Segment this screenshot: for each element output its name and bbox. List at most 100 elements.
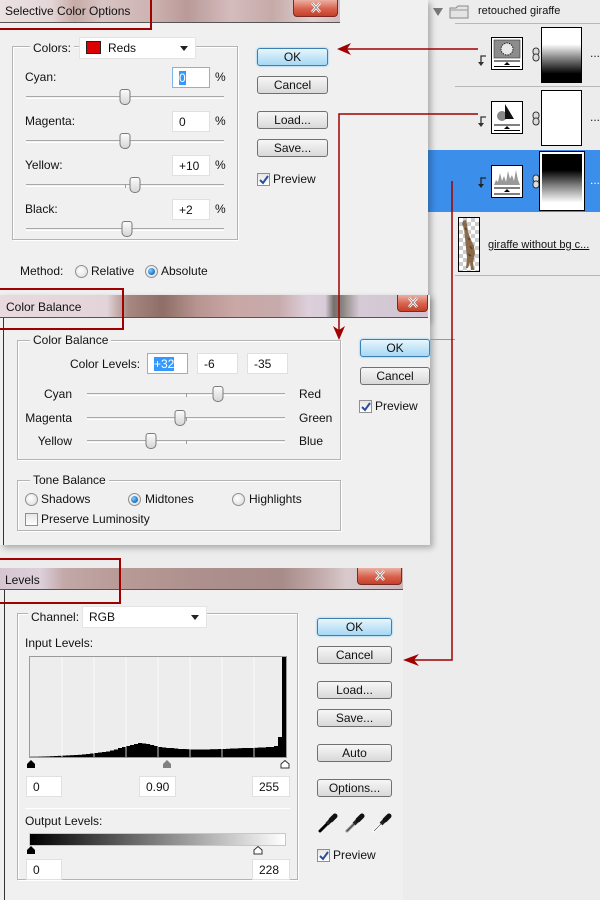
histogram-bar [90, 753, 95, 757]
gray-point-eyedropper-icon[interactable] [345, 813, 365, 833]
layer-row[interactable]: ... [428, 24, 600, 86]
color-level-2-input[interactable]: -6 [197, 353, 238, 374]
histogram-bar [86, 754, 91, 757]
collapse-triangle-icon[interactable] [433, 8, 443, 16]
cyan-red-slider[interactable] [87, 386, 285, 402]
close-button[interactable] [293, 0, 338, 17]
black-slider[interactable] [26, 221, 224, 237]
link-chain-icon[interactable] [532, 174, 540, 189]
absolute-radio[interactable] [145, 265, 158, 278]
preview-label[interactable]: Preview [333, 848, 376, 862]
input-black-point-handle[interactable] [26, 760, 36, 769]
output-white-point-handle[interactable] [253, 846, 263, 855]
cyan-slider[interactable] [26, 89, 224, 105]
input-gamma-field[interactable]: 0.90 [139, 776, 176, 797]
magenta-slider[interactable] [26, 133, 224, 149]
black-input[interactable]: +2 [172, 199, 210, 220]
input-gamma-value: 0.90 [146, 780, 170, 794]
midtones-radio[interactable] [128, 493, 141, 506]
preview-label[interactable]: Preview [375, 399, 418, 413]
histogram-bar [262, 747, 267, 757]
link-chain-icon[interactable] [532, 111, 540, 126]
save-button[interactable]: Save... [257, 139, 328, 157]
cancel-button[interactable]: Cancel [317, 646, 392, 664]
ok-button[interactable]: OK [257, 48, 328, 66]
preserve-luminosity-checkbox[interactable] [25, 513, 38, 526]
layer-mask-thumbnail[interactable] [541, 90, 582, 146]
preview-checkbox[interactable] [317, 849, 330, 862]
layer-row-selected[interactable]: ... [428, 150, 600, 212]
input-gamma-handle[interactable] [162, 760, 172, 769]
histogram-bar [82, 754, 87, 757]
absolute-label[interactable]: Absolute [161, 264, 208, 278]
magenta-input[interactable]: 0 [172, 111, 210, 132]
chevron-down-icon [191, 615, 199, 620]
shadows-radio[interactable] [25, 493, 38, 506]
white-point-eyedropper-icon[interactable] [372, 813, 392, 833]
input-white-point-handle[interactable] [280, 760, 290, 769]
colors-dropdown[interactable]: Reds [79, 37, 196, 59]
input-black-field[interactable]: 0 [26, 776, 62, 797]
layer-row[interactable]: giraffe without bg c... [428, 212, 600, 275]
load-button[interactable]: Load... [257, 111, 328, 129]
output-levels-slider[interactable] [27, 846, 285, 856]
midtones-label[interactable]: Midtones [145, 492, 194, 506]
preserve-luminosity-label[interactable]: Preserve Luminosity [41, 512, 150, 526]
layer-mask-thumbnail[interactable] [541, 27, 582, 83]
histogram-bar [186, 749, 191, 757]
ok-button[interactable]: OK [317, 618, 392, 636]
ok-button[interactable]: OK [360, 339, 430, 357]
save-button[interactable]: Save... [317, 709, 392, 727]
link-chain-icon[interactable] [532, 47, 540, 62]
yellow-slider-thumb[interactable] [129, 177, 141, 193]
close-button[interactable] [357, 568, 402, 585]
load-button[interactable]: Load... [317, 681, 392, 699]
color-level-3-input[interactable]: -35 [247, 353, 288, 374]
shapes-adjustment-icon [491, 101, 523, 134]
yellow-blue-slider-thumb[interactable] [145, 433, 157, 449]
preview-checkbox[interactable] [257, 173, 270, 186]
cyan-input[interactable]: 0 [172, 67, 210, 88]
histogram-bar [162, 747, 167, 757]
magenta-label: Magenta: [25, 114, 76, 128]
yellow-slider[interactable] [26, 177, 224, 193]
preview-checkbox[interactable] [359, 400, 372, 413]
layer-name: ... [590, 110, 600, 124]
options-button[interactable]: Options... [317, 779, 392, 797]
highlights-label[interactable]: Highlights [249, 492, 302, 506]
cancel-button[interactable]: Cancel [257, 76, 328, 94]
color-level-1-input[interactable]: +32 [147, 353, 188, 374]
close-button[interactable] [397, 295, 428, 312]
output-white-value: 228 [259, 863, 280, 877]
black-slider-thumb[interactable] [121, 221, 133, 237]
auto-button[interactable]: Auto [317, 744, 392, 762]
channel-dropdown[interactable]: RGB [82, 606, 207, 628]
input-levels-slider[interactable] [27, 760, 290, 770]
magenta-green-slider[interactable] [87, 410, 285, 426]
histogram-bar [174, 748, 179, 757]
preview-label[interactable]: Preview [273, 172, 316, 186]
percent-label: % [215, 70, 226, 84]
cancel-button[interactable]: Cancel [360, 367, 430, 385]
shadows-label[interactable]: Shadows [41, 492, 90, 506]
layer-mask-thumbnail-selected[interactable] [539, 151, 585, 211]
yellow-input[interactable]: +10 [172, 155, 210, 176]
highlights-radio[interactable] [232, 493, 245, 506]
yellow-blue-slider[interactable] [87, 433, 285, 449]
layer-name: ... [590, 173, 600, 187]
layer-row[interactable]: ... [428, 88, 600, 148]
black-point-eyedropper-icon[interactable] [318, 813, 338, 833]
histogram-bar [206, 749, 211, 757]
magenta-green-slider-thumb[interactable] [174, 410, 186, 426]
cyan-red-slider-thumb[interactable] [212, 386, 224, 402]
input-white-field[interactable]: 255 [252, 776, 290, 797]
output-white-field[interactable]: 228 [252, 859, 290, 880]
layer-group-row[interactable]: retouched giraffe [428, 0, 600, 23]
output-black-point-handle[interactable] [26, 846, 36, 855]
magenta-slider-thumb[interactable] [119, 133, 131, 149]
relative-label[interactable]: Relative [91, 264, 134, 278]
magenta-label: Magenta [25, 411, 72, 425]
relative-radio[interactable] [75, 265, 88, 278]
cyan-slider-thumb[interactable] [119, 89, 131, 105]
output-black-field[interactable]: 0 [26, 859, 62, 880]
